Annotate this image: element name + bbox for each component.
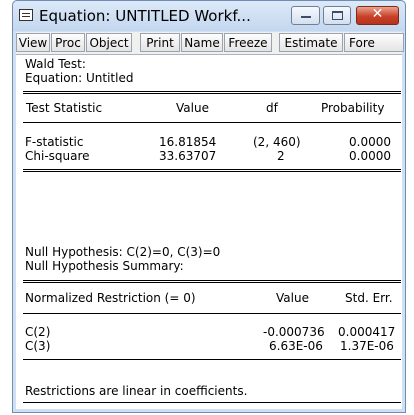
window-title: Equation: UNTITLED Workf... xyxy=(39,7,251,25)
minimize-icon xyxy=(301,16,311,18)
window-menu-icon[interactable] xyxy=(19,9,33,21)
restriction-value: -0.000736 xyxy=(263,325,325,339)
header-rule xyxy=(23,313,401,314)
column-header-test-statistic: Test Statistic xyxy=(26,101,103,115)
view-button[interactable]: View xyxy=(16,33,50,52)
close-icon: ✕ xyxy=(371,6,384,22)
restriction-std-err: 1.37E-06 xyxy=(340,339,394,353)
maximize-button[interactable] xyxy=(323,6,351,25)
restriction-value: 6.63E-06 xyxy=(269,339,323,353)
close-button[interactable]: ✕ xyxy=(356,6,399,25)
toolbar: View Proc Object Print Name Freeze Estim… xyxy=(16,32,404,55)
column-header-df: df xyxy=(266,101,278,115)
test-heading: Wald Test: xyxy=(25,57,86,71)
table-divider xyxy=(23,280,401,283)
stat-probability: 0.0000 xyxy=(349,149,391,163)
output-view[interactable]: Wald Test: Equation: Untitled Test Stati… xyxy=(16,55,402,409)
column-header-probability: Probability xyxy=(321,101,385,115)
minimize-button[interactable] xyxy=(291,6,320,25)
restriction-name: C(3) xyxy=(25,339,51,353)
stat-name: F-statistic xyxy=(25,135,84,149)
column-header-value: Value xyxy=(176,101,209,115)
name-button[interactable]: Name xyxy=(181,33,223,52)
restriction-std-err: 0.000417 xyxy=(338,325,396,339)
object-button[interactable]: Object xyxy=(86,33,132,52)
freeze-button[interactable]: Freeze xyxy=(224,33,272,52)
stat-df: (2, 460) xyxy=(253,135,301,149)
print-button[interactable]: Print xyxy=(140,33,180,52)
maximize-icon xyxy=(332,11,343,20)
footer-rule xyxy=(23,402,401,403)
stat-value: 33.63707 xyxy=(159,149,217,163)
estimate-button[interactable]: Estimate xyxy=(279,33,343,52)
stat-name: Chi-square xyxy=(25,149,90,163)
equation-label: Equation: Untitled xyxy=(25,71,134,85)
forecast-button[interactable]: Fore xyxy=(344,33,404,52)
title-bar[interactable]: Equation: UNTITLED Workf... ✕ xyxy=(13,1,405,31)
table-divider xyxy=(23,169,401,172)
restriction-name: C(2) xyxy=(25,325,51,339)
stat-df: 2 xyxy=(277,149,285,163)
proc-button[interactable]: Proc xyxy=(51,33,85,52)
stat-probability: 0.0000 xyxy=(349,135,391,149)
null-hypothesis: Null Hypothesis: C(2)=0, C(3)=0 xyxy=(25,245,221,259)
column-header-std-err: Std. Err. xyxy=(345,291,393,305)
header-rule xyxy=(23,122,401,123)
footer-note: Restrictions are linear in coefficients. xyxy=(25,384,248,398)
column-header-restriction: Normalized Restriction (= 0) xyxy=(25,291,196,305)
equation-window: Equation: UNTITLED Workf... ✕ View Proc … xyxy=(12,0,406,413)
footer-rule xyxy=(23,359,401,360)
null-hypothesis-summary: Null Hypothesis Summary: xyxy=(25,259,184,273)
stat-value: 16.81854 xyxy=(159,135,217,149)
column-header-value: Value xyxy=(276,291,309,305)
table-divider xyxy=(23,91,401,94)
